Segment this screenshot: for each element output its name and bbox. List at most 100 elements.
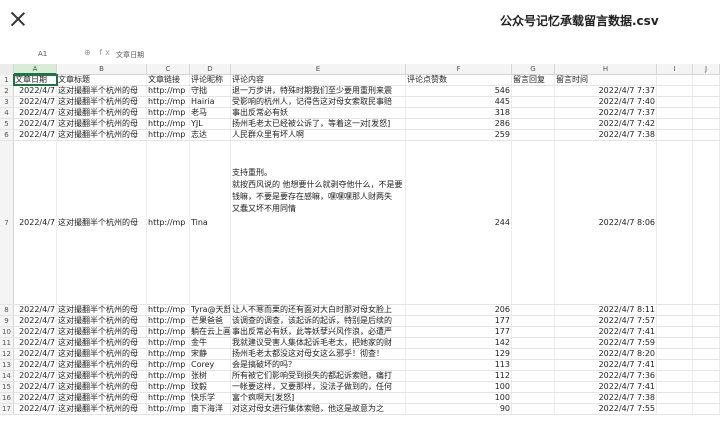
column-header-a[interactable]: A [14, 64, 57, 75]
cell[interactable] [657, 86, 693, 96]
cell[interactable]: 评论昵称 [190, 75, 231, 85]
column-header-c[interactable]: C [147, 64, 190, 75]
cell[interactable] [693, 108, 720, 118]
cell[interactable]: 2022/4/7 7:38 [555, 393, 657, 403]
cell[interactable]: http://mp [147, 371, 190, 381]
cell[interactable] [512, 382, 555, 392]
row-header[interactable]: 11 [0, 338, 14, 348]
cell[interactable] [693, 119, 720, 129]
cell[interactable]: 2022/4/7 7:37 [555, 108, 657, 118]
cell[interactable] [693, 404, 720, 414]
cell[interactable]: 2022/4/7 [14, 108, 57, 118]
cell[interactable]: 113 [406, 360, 512, 370]
cell[interactable]: 这对撮翻半个杭州的母 [57, 97, 147, 107]
cell[interactable]: 这对撮翻半个杭州的母 [57, 305, 147, 315]
cell[interactable]: http://mp [147, 130, 190, 140]
cell[interactable] [512, 338, 555, 348]
cell[interactable]: 南下海洋 [190, 404, 231, 414]
row-header[interactable]: 15 [0, 382, 14, 392]
row-header[interactable]: 7 [0, 141, 14, 304]
cell[interactable]: 留言回复 [512, 75, 555, 85]
cell[interactable]: 2022/4/7 [14, 141, 57, 304]
cell[interactable] [512, 97, 555, 107]
cell[interactable]: 177 [406, 327, 512, 337]
cell[interactable]: 2022/4/7 7:38 [555, 130, 657, 140]
cell[interactable]: 文章标题 [57, 75, 147, 85]
cell[interactable]: 退一万步讲，特殊时期我们至少要用重刑来震 [231, 86, 406, 96]
cell[interactable]: http://mp [147, 338, 190, 348]
row-header[interactable]: 13 [0, 360, 14, 370]
cell[interactable] [657, 371, 693, 381]
cell[interactable] [693, 393, 720, 403]
cell[interactable]: 扬州毛老太都没这对母女这么邪乎！彻查！ [231, 349, 406, 359]
cell[interactable]: http://mp [147, 305, 190, 315]
cell[interactable]: http://mp [147, 327, 190, 337]
cell[interactable]: 这对撮翻半个杭州的母 [57, 141, 147, 304]
cell[interactable]: 事出反常必有妖，此等妖孽兴风作浪，必遭严 [231, 327, 406, 337]
cell[interactable]: 这对撮翻半个杭州的母 [57, 404, 147, 414]
column-header-i[interactable]: I [657, 64, 693, 75]
cell[interactable] [657, 130, 693, 140]
cell[interactable]: 受影响的杭州人，记得告这对母女索取民事赔 [231, 97, 406, 107]
cell[interactable]: 2022/4/7 [14, 86, 57, 96]
cell[interactable] [693, 141, 720, 304]
cell[interactable] [512, 404, 555, 414]
cell[interactable]: 我就建议受害人集体起诉毛老太，把她家的财 [231, 338, 406, 348]
row-header[interactable]: 3 [0, 97, 14, 107]
cell[interactable] [657, 75, 693, 85]
cell[interactable]: 留言时间 [555, 75, 657, 85]
cell[interactable] [657, 404, 693, 414]
cell[interactable]: 2022/4/7 [14, 119, 57, 129]
row-header[interactable]: 5 [0, 119, 14, 129]
cell[interactable]: 这对撮翻半个杭州的母 [57, 119, 147, 129]
cell[interactable] [693, 338, 720, 348]
cell[interactable] [657, 305, 693, 315]
row-header[interactable]: 16 [0, 393, 14, 403]
cell[interactable] [693, 97, 720, 107]
cell[interactable]: 2022/4/7 8:11 [555, 305, 657, 315]
cell[interactable]: 100 [406, 382, 512, 392]
cell[interactable] [693, 327, 720, 337]
cell[interactable]: 这对撮翻半个杭州的母 [57, 382, 147, 392]
cell[interactable]: Tina [190, 141, 231, 304]
cell[interactable]: 2022/4/7 [14, 97, 57, 107]
cell[interactable]: 这对撮翻半个杭州的母 [57, 360, 147, 370]
row-header[interactable]: 14 [0, 371, 14, 381]
cell[interactable]: 这对撮翻半个杭州的母 [57, 338, 147, 348]
cell[interactable]: 对这对母女进行集体索赔，他这是故意为之 [231, 404, 406, 414]
cell[interactable] [512, 141, 555, 304]
cell[interactable]: 2022/4/7 [14, 404, 57, 414]
cell[interactable]: http://mp [147, 393, 190, 403]
column-header-e[interactable]: E [231, 64, 406, 75]
cell[interactable]: 这对撮翻半个杭州的母 [57, 130, 147, 140]
cell[interactable]: YJL [190, 119, 231, 129]
cell[interactable]: Tyra@天舒 [190, 305, 231, 315]
cell[interactable]: 事出反常必有妖 [231, 108, 406, 118]
cell[interactable]: 2022/4/7 [14, 382, 57, 392]
cell[interactable]: 张树 [190, 371, 231, 381]
cell[interactable] [693, 75, 720, 85]
cell[interactable]: 2022/4/7 [14, 371, 57, 381]
cell[interactable] [512, 349, 555, 359]
cell[interactable]: 2022/4/7 7:57 [555, 316, 657, 326]
column-header-d[interactable]: D [190, 64, 231, 75]
cell[interactable]: http://mp [147, 108, 190, 118]
cell[interactable]: 2022/4/7 7:55 [555, 404, 657, 414]
cell[interactable]: 文章链接 [147, 75, 190, 85]
cell[interactable]: 2022/4/7 [14, 305, 57, 315]
row-header[interactable]: 12 [0, 349, 14, 359]
cell[interactable]: 2022/4/7 [14, 338, 57, 348]
cell[interactable]: 142 [406, 338, 512, 348]
cell[interactable]: 这对撮翻半个杭州的母 [57, 86, 147, 96]
cell[interactable] [512, 130, 555, 140]
cell[interactable]: 2022/4/7 8:20 [555, 349, 657, 359]
cell[interactable]: 这对撮翻半个杭州的母 [57, 393, 147, 403]
cell[interactable]: 金牛 [190, 338, 231, 348]
cell[interactable]: 2022/4/7 [14, 316, 57, 326]
row-header[interactable]: 4 [0, 108, 14, 118]
cell[interactable] [657, 97, 693, 107]
cell[interactable]: 177 [406, 316, 512, 326]
cell[interactable]: 2022/4/7 [14, 327, 57, 337]
cell[interactable] [693, 130, 720, 140]
cell[interactable]: http://mp [147, 382, 190, 392]
